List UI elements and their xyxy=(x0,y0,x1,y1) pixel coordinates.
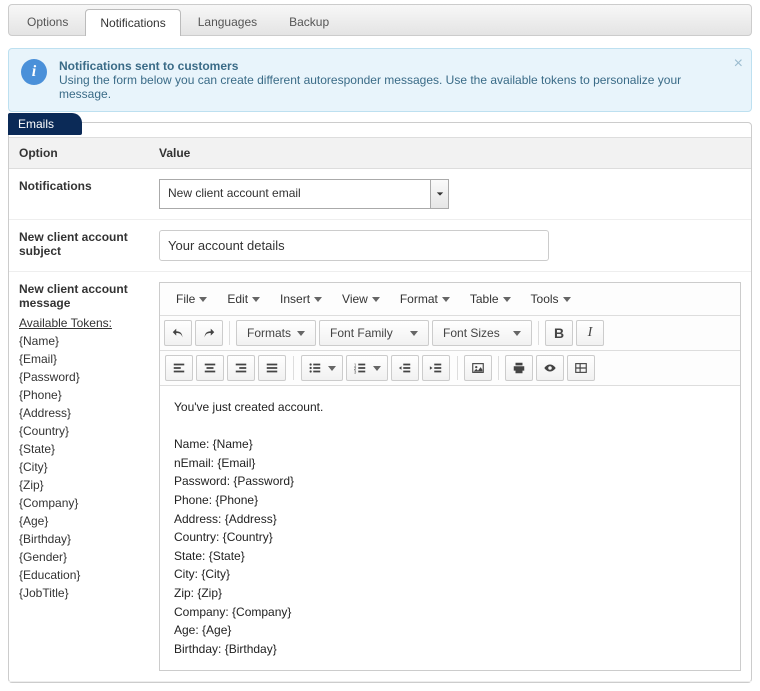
label-notifications: Notifications xyxy=(9,169,149,220)
menu-format[interactable]: Format xyxy=(390,287,460,311)
col-value: Value xyxy=(149,138,751,169)
italic-button[interactable]: I xyxy=(576,320,604,346)
align-center-button[interactable] xyxy=(196,355,224,381)
align-justify-button[interactable] xyxy=(258,355,286,381)
svg-text:3: 3 xyxy=(354,369,357,374)
chevron-down-icon xyxy=(372,297,380,302)
chevron-down-icon xyxy=(430,180,448,208)
token-item: {Address} xyxy=(19,406,71,420)
font-sizes-dropdown[interactable]: Font Sizes xyxy=(432,320,532,346)
row-message: New client account message Available Tok… xyxy=(9,272,751,682)
token-item: {Company} xyxy=(19,496,78,510)
image-button[interactable] xyxy=(464,355,492,381)
menu-tools[interactable]: Tools xyxy=(521,287,581,311)
token-item: {Zip} xyxy=(19,478,44,492)
bold-button[interactable]: B xyxy=(545,320,573,346)
font-family-dropdown[interactable]: Font Family xyxy=(319,320,429,346)
token-item: {Country} xyxy=(19,424,69,438)
tab-notifications[interactable]: Notifications xyxy=(85,9,180,36)
info-body: Using the form below you can create diff… xyxy=(59,73,681,101)
rich-text-editor: File Edit Insert View Format Table Tools xyxy=(159,282,741,671)
token-item: {Phone} xyxy=(19,388,62,402)
menu-view[interactable]: View xyxy=(332,287,390,311)
print-button[interactable] xyxy=(505,355,533,381)
chevron-down-icon xyxy=(314,297,322,302)
menu-table[interactable]: Table xyxy=(460,287,521,311)
chevron-down-icon xyxy=(513,331,521,336)
indent-button[interactable] xyxy=(422,355,450,381)
chevron-down-icon xyxy=(442,297,450,302)
fullscreen-button[interactable] xyxy=(567,355,595,381)
token-item: {Password} xyxy=(19,370,80,384)
chevron-down-icon xyxy=(503,297,511,302)
tab-options[interactable]: Options xyxy=(12,8,83,35)
close-icon[interactable]: × xyxy=(734,55,743,73)
chevron-down-icon xyxy=(410,331,418,336)
panel-title: Emails xyxy=(8,113,82,135)
undo-button[interactable] xyxy=(164,320,192,346)
numbered-list-button[interactable]: 123 xyxy=(346,355,388,381)
subject-input[interactable] xyxy=(159,230,549,261)
tokens-list: Available Tokens: {Name} {Email} {Password… xyxy=(19,314,139,602)
bullet-list-button[interactable] xyxy=(301,355,343,381)
token-item: {Age} xyxy=(19,514,48,528)
chevron-down-icon xyxy=(199,297,207,302)
chevron-down-icon xyxy=(252,297,260,302)
label-message: New client account message Available Tok… xyxy=(9,272,149,682)
editor-content[interactable]: You've just created account. Name: {Name… xyxy=(160,386,740,670)
menu-edit[interactable]: Edit xyxy=(217,287,270,311)
tokens-heading: Available Tokens: xyxy=(19,316,112,330)
chevron-down-icon xyxy=(373,366,381,371)
token-item: {Birthday} xyxy=(19,532,71,546)
editor-toolbar-2: 123 xyxy=(160,351,740,386)
tab-backup[interactable]: Backup xyxy=(274,8,344,35)
token-item: {Education} xyxy=(19,568,80,582)
menu-insert[interactable]: Insert xyxy=(270,287,332,311)
notifications-select[interactable]: New client account email xyxy=(159,179,449,209)
tab-languages[interactable]: Languages xyxy=(183,8,272,35)
settings-tabbar: Options Notifications Languages Backup xyxy=(8,4,752,36)
col-option: Option xyxy=(9,138,149,169)
info-icon: i xyxy=(21,59,47,85)
chevron-down-icon xyxy=(297,331,305,336)
menu-file[interactable]: File xyxy=(166,287,217,311)
row-notifications: Notifications New client account email xyxy=(9,169,751,220)
preview-button[interactable] xyxy=(536,355,564,381)
token-item: {Name} xyxy=(19,334,59,348)
info-title: Notifications sent to customers xyxy=(59,59,238,73)
notifications-select-value: New client account email xyxy=(160,180,430,208)
align-right-button[interactable] xyxy=(227,355,255,381)
outdent-button[interactable] xyxy=(391,355,419,381)
token-item: {State} xyxy=(19,442,55,456)
label-subject: New client account subject xyxy=(9,220,149,272)
token-item: {Gender} xyxy=(19,550,67,564)
editor-menubar: File Edit Insert View Format Table Tools xyxy=(160,283,740,316)
emails-panel: Emails Option Value Notifications New cl… xyxy=(8,122,752,683)
token-item: {City} xyxy=(19,460,48,474)
row-subject: New client account subject xyxy=(9,220,751,272)
info-banner: i × Notifications sent to customers Usin… xyxy=(8,48,752,112)
chevron-down-icon xyxy=(563,297,571,302)
token-item: {JobTitle} xyxy=(19,586,69,600)
chevron-down-icon xyxy=(328,366,336,371)
align-left-button[interactable] xyxy=(165,355,193,381)
redo-button[interactable] xyxy=(195,320,223,346)
editor-toolbar-1: Formats Font Family Font Sizes B I xyxy=(160,316,740,351)
settings-table: Option Value Notifications New client ac… xyxy=(9,137,751,682)
token-item: {Email} xyxy=(19,352,57,366)
formats-dropdown[interactable]: Formats xyxy=(236,320,316,346)
